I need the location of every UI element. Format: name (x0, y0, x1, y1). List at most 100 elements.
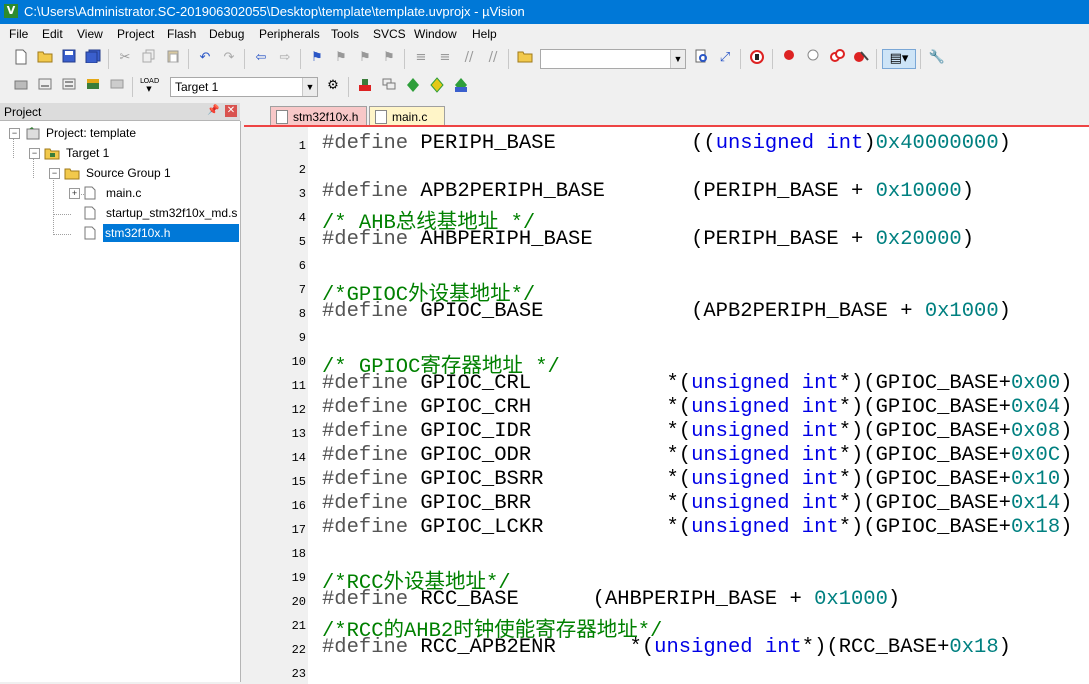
batch-build-icon[interactable] (84, 77, 102, 95)
manage-components-icon[interactable] (380, 77, 398, 95)
code-editor[interactable]: 1 2 3 4 5 6 7 8 9 10 11 12 13 14 15 16 17 18 19 20 21 22 23 #d… (244, 125, 1089, 684)
find-combobox[interactable]: ▼ (540, 49, 686, 69)
insert-breakpoint-icon[interactable] (780, 49, 798, 67)
menu-svcs[interactable]: SVCS (373, 27, 406, 41)
window-layout-icon[interactable]: ▤▾ (882, 49, 916, 69)
code-token: unsigned int (691, 372, 839, 395)
undo-icon[interactable]: ↶ (196, 49, 214, 67)
cut-icon[interactable]: ✂ (116, 49, 134, 67)
uncomment-icon[interactable]: // (484, 49, 502, 67)
unindent-icon[interactable]: ≡ (436, 49, 454, 67)
code-token: #define (322, 300, 409, 323)
open-folder-icon[interactable] (36, 49, 54, 67)
collapse-icon[interactable]: − (49, 168, 60, 179)
menu-view[interactable]: View (77, 27, 103, 41)
code-token: #define (322, 396, 409, 419)
code-token: GPIOC_LCKR *( (408, 516, 692, 539)
tree-node-target[interactable]: − Target 1 (0, 144, 240, 162)
menu-flash[interactable]: Flash (167, 27, 196, 41)
menu-peripherals[interactable]: Peripherals (259, 27, 320, 41)
code-line[interactable]: #define GPIOC_CRL *(unsigned int*)(GPIOC… (322, 372, 1072, 395)
toolbar-separator (920, 49, 921, 69)
menu-edit[interactable]: Edit (42, 27, 63, 41)
tab-stm32f10x-h[interactable]: stm32f10x.h (270, 106, 367, 126)
tree-node-file[interactable]: startup_stm32f10x_md.s (0, 204, 240, 222)
chevron-down-icon[interactable]: ▼ (302, 78, 317, 96)
code-line[interactable]: #define RCC_APB2ENR *(unsigned int*)(RCC… (322, 636, 1011, 659)
menu-file[interactable]: File (9, 27, 28, 41)
line-number: 15 (291, 475, 306, 489)
code-token: unsigned int (691, 516, 839, 539)
code-token: RCC_BASE (AHBPERIPH_BASE + (408, 588, 815, 611)
save-all-icon[interactable] (84, 49, 102, 67)
target-options-icon[interactable]: ⚙ (324, 77, 342, 95)
bookmark-icon[interactable]: ⚑ (308, 49, 326, 67)
find-icon[interactable] (692, 49, 710, 67)
rte-icon[interactable] (452, 77, 470, 95)
toolbar-separator (188, 49, 189, 69)
menu-debug[interactable]: Debug (209, 27, 244, 41)
navigate-forward-icon[interactable]: ⇨ (276, 49, 294, 67)
disable-breakpoints-icon[interactable] (828, 49, 846, 67)
select-packs-icon[interactable] (404, 77, 422, 95)
code-line[interactable]: #define PERIPH_BASE ((unsigned int)0x400… (322, 132, 1011, 155)
rebuild-icon[interactable] (60, 77, 78, 95)
code-line[interactable]: #define GPIOC_BSRR *(unsigned int*)(GPIO… (322, 468, 1072, 491)
translate-icon[interactable] (12, 77, 30, 95)
save-icon[interactable] (60, 49, 78, 67)
stop-build-icon[interactable] (108, 77, 126, 95)
code-line[interactable]: #define APB2PERIPH_BASE (PERIPH_BASE + 0… (322, 180, 974, 203)
code-token: *)(GPIOC_BASE+ (838, 516, 1011, 539)
next-bookmark-icon[interactable]: ⚑ (356, 49, 374, 67)
pack-installer-icon[interactable] (428, 77, 446, 95)
chevron-down-icon[interactable]: ▼ (670, 50, 685, 68)
file-extensions-icon[interactable] (356, 77, 374, 95)
code-area[interactable]: #define PERIPH_BASE ((unsigned int)0x400… (322, 127, 1089, 684)
comment-icon[interactable]: // (460, 49, 478, 67)
menu-window[interactable]: Window (414, 27, 457, 41)
tree-node-project[interactable]: − Project: template (0, 124, 240, 142)
line-number: 7 (298, 283, 306, 297)
menu-help[interactable]: Help (472, 27, 497, 41)
redo-icon[interactable]: ↷ (220, 49, 238, 67)
code-line[interactable]: #define GPIOC_CRH *(unsigned int*)(GPIOC… (322, 396, 1072, 419)
target-select[interactable]: Target 1 ▼ (170, 77, 318, 97)
incremental-find-icon[interactable]: ⤢ (716, 49, 734, 67)
download-icon[interactable]: LOAD ▼ (140, 77, 159, 95)
code-line[interactable]: #define AHBPERIPH_BASE (PERIPH_BASE + 0x… (322, 228, 974, 251)
prev-bookmark-icon[interactable]: ⚑ (332, 49, 350, 67)
debug-session-icon[interactable] (748, 49, 766, 67)
build-icon[interactable] (36, 77, 54, 95)
collapse-icon[interactable]: − (9, 128, 20, 139)
code-token: *)(GPIOC_BASE+ (838, 468, 1011, 491)
line-number: 5 (298, 235, 306, 249)
paste-icon[interactable] (164, 49, 182, 67)
expand-icon[interactable]: + (69, 188, 80, 199)
code-line[interactable]: #define GPIOC_IDR *(unsigned int*)(GPIOC… (322, 420, 1072, 443)
tab-main-c[interactable]: main.c (369, 106, 445, 126)
copy-icon[interactable] (140, 49, 158, 67)
configure-icon[interactable]: 🔧 (928, 49, 946, 67)
code-token: AHBPERIPH_BASE (PERIPH_BASE + (408, 228, 876, 251)
kill-breakpoints-icon[interactable] (852, 49, 870, 67)
pin-icon[interactable]: 📌 (207, 105, 219, 116)
code-line[interactable]: #define RCC_BASE (AHBPERIPH_BASE + 0x100… (322, 588, 900, 611)
code-line[interactable]: #define GPIOC_LCKR *(unsigned int*)(GPIO… (322, 516, 1072, 539)
tree-node-file[interactable]: + main.c (0, 184, 240, 202)
code-line[interactable]: #define GPIOC_ODR *(unsigned int*)(GPIOC… (322, 444, 1072, 467)
tree-node-source-group[interactable]: − Source Group 1 (0, 164, 240, 182)
code-line[interactable]: #define GPIOC_BRR *(unsigned int*)(GPIOC… (322, 492, 1072, 515)
collapse-icon[interactable]: − (29, 148, 40, 159)
menu-project[interactable]: Project (117, 27, 154, 41)
clear-bookmarks-icon[interactable]: ⚑ (380, 49, 398, 67)
indent-icon[interactable]: ≡ (412, 49, 430, 67)
tree-node-file[interactable]: stm32f10x.h (0, 224, 240, 242)
enable-breakpoint-icon[interactable] (804, 49, 822, 67)
navigate-back-icon[interactable]: ⇦ (252, 49, 270, 67)
find-in-files-icon[interactable] (516, 49, 534, 67)
new-file-icon[interactable] (12, 49, 30, 67)
code-line[interactable]: #define GPIOC_BASE (APB2PERIPH_BASE + 0x… (322, 300, 1011, 323)
close-icon[interactable]: ✕ (225, 105, 237, 117)
menu-tools[interactable]: Tools (331, 27, 359, 41)
code-token: #define (322, 372, 409, 395)
